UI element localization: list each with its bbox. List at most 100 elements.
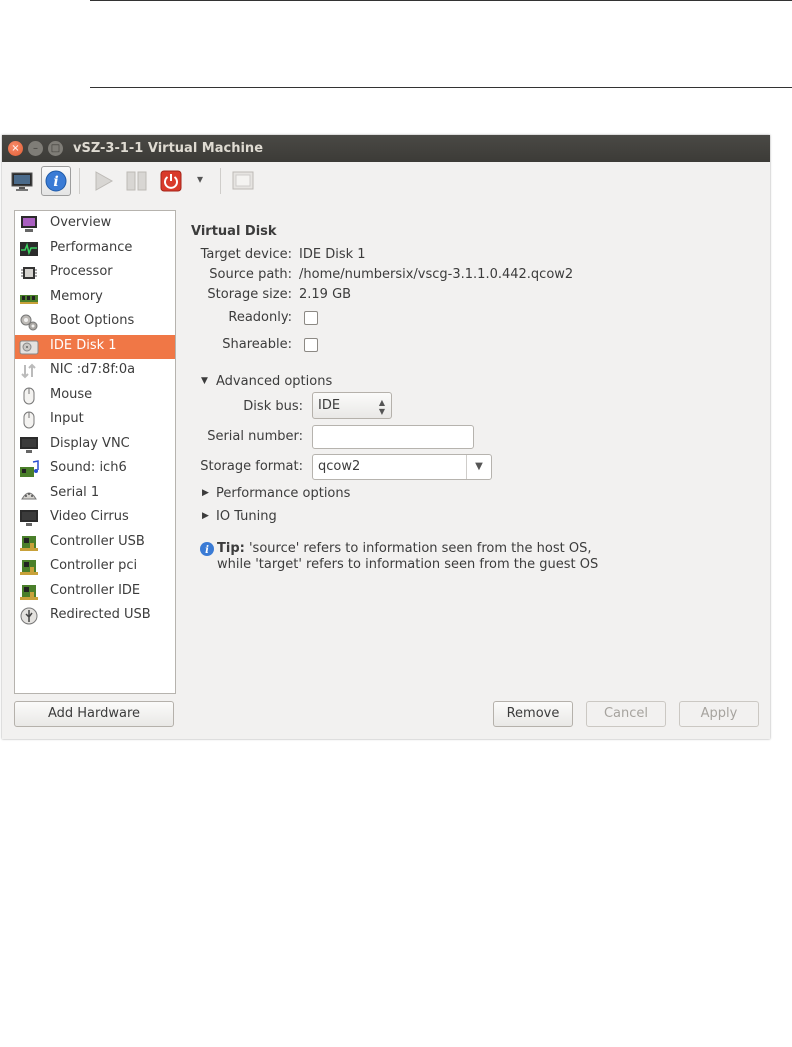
sidebar-item-label: Memory xyxy=(50,288,103,304)
performance-options-expander[interactable]: Performance options xyxy=(216,486,350,501)
add-hardware-button[interactable]: Add Hardware xyxy=(14,701,174,727)
minimize-button[interactable]: – xyxy=(28,141,43,156)
vm-window: × – □ vSZ-3-1-1 Virtual Machine i ▾ Over… xyxy=(2,135,770,739)
input-icon xyxy=(23,411,35,429)
title-bar[interactable]: × – □ vSZ-3-1-1 Virtual Machine xyxy=(2,135,770,162)
header-rule xyxy=(90,87,792,88)
info-icon: i xyxy=(45,170,67,192)
sidebar-item-label: Boot Options xyxy=(50,313,135,328)
toolbar-separator xyxy=(220,168,221,194)
sidebar-item[interactable]: Memory xyxy=(15,286,175,310)
sidebar-item-label: Mouse xyxy=(50,386,93,402)
sidebar-item-label: IDE Disk 1 xyxy=(50,337,117,353)
performance-icon xyxy=(20,241,38,256)
sidebar-item[interactable]: Redirected USB xyxy=(15,604,175,628)
serial-icon xyxy=(21,492,37,499)
source-path-value: /home/numbersix/vscg-3.1.1.0.442.qcow2 xyxy=(299,267,574,282)
collapsed-triangle-icon[interactable]: ▶ xyxy=(202,511,209,521)
tip-info-icon: i xyxy=(200,542,214,556)
readonly-label: Readonly: xyxy=(228,310,292,325)
collapsed-triangle-icon[interactable]: ▶ xyxy=(202,488,209,498)
toolbar-separator xyxy=(79,168,80,194)
expanded-triangle-icon[interactable]: ▼ xyxy=(201,376,208,386)
run-icon xyxy=(95,171,114,191)
top-rule xyxy=(90,0,792,1)
sidebar-item[interactable]: Mouse xyxy=(15,384,175,408)
sidebar-item[interactable]: Controller pci xyxy=(15,555,175,579)
spinner-icon: ▲ ▼ xyxy=(378,398,385,416)
sidebar-item[interactable]: Boot Options xyxy=(15,310,175,334)
shutdown-button[interactable] xyxy=(157,166,187,196)
pause-icon xyxy=(126,171,147,191)
svg-text:i: i xyxy=(53,174,58,190)
fullscreen-button[interactable] xyxy=(229,166,259,196)
sidebar-item-label: Controller USB xyxy=(50,533,145,549)
tip-line-2: while 'target' refers to information see… xyxy=(217,557,599,572)
details-button[interactable]: i xyxy=(41,166,71,196)
close-button[interactable]: × xyxy=(8,141,23,156)
storage-size-value: 2.19 GB xyxy=(299,287,352,302)
sidebar-item[interactable]: Controller USB xyxy=(15,531,175,555)
run-button[interactable] xyxy=(88,166,118,196)
maximize-button[interactable]: □ xyxy=(48,141,63,156)
fullscreen-icon xyxy=(232,171,254,190)
sidebar-item[interactable]: Serial 1 xyxy=(15,482,175,506)
sidebar-item[interactable]: Sound: ich6 xyxy=(15,457,175,481)
boot-options-icon xyxy=(20,314,38,331)
remove-button[interactable]: Remove xyxy=(493,701,573,727)
sound-icon xyxy=(20,460,39,477)
disk-bus-label: Disk bus: xyxy=(243,399,303,414)
sidebar-item[interactable]: Input xyxy=(15,408,175,432)
sidebar-item[interactable]: IDE Disk 1 xyxy=(15,334,175,359)
sidebar-item-label: Serial 1 xyxy=(50,484,100,500)
display-icon xyxy=(20,436,38,453)
sidebar-item-label: Display VNC xyxy=(50,435,130,451)
toolbar: i ▾ xyxy=(2,162,770,200)
console-icon xyxy=(11,172,33,191)
readonly-checkbox[interactable] xyxy=(304,311,318,325)
sidebar-item[interactable]: NIC :d7:8f:0a xyxy=(15,359,175,383)
sidebar-item-label: Sound: ich6 xyxy=(50,460,127,475)
tip-line-1: 'source' refers to information seen from… xyxy=(248,541,592,556)
console-button[interactable] xyxy=(8,166,38,196)
sidebar-item[interactable]: Controller IDE xyxy=(15,580,175,604)
mouse-icon xyxy=(23,387,35,404)
pause-button[interactable] xyxy=(122,166,152,196)
io-tuning-expander[interactable]: IO Tuning xyxy=(216,509,277,524)
combo-dropdown-button[interactable]: ▼ xyxy=(466,455,491,479)
controller-icon xyxy=(20,535,38,551)
serial-number-input[interactable] xyxy=(312,425,474,449)
sidebar-item[interactable]: Processor xyxy=(15,261,175,285)
sidebar-item[interactable]: Video Cirrus xyxy=(15,506,175,530)
storage-format-combo[interactable]: qcow2 ▼ xyxy=(312,454,492,480)
sidebar-item-label: Video Cirrus xyxy=(50,509,129,524)
usb-icon xyxy=(20,607,38,625)
memory-icon xyxy=(20,294,38,304)
target-device-value: IDE Disk 1 xyxy=(299,247,366,262)
storage-size-label: Storage size: xyxy=(207,287,292,302)
power-icon xyxy=(160,170,182,192)
sidebar-item-label: Performance xyxy=(50,239,133,255)
sidebar-item-label: Input xyxy=(50,411,84,426)
sidebar-item-label: Overview xyxy=(50,215,112,230)
hardware-list: Overview Performance Processor Memory Boot O… xyxy=(14,210,176,694)
video-icon xyxy=(20,510,38,526)
tip-text: Tip: 'source' refers to information seen… xyxy=(217,541,591,556)
window-title: vSZ-3-1-1 Virtual Machine xyxy=(73,141,264,156)
sidebar-item[interactable]: Display VNC xyxy=(15,433,175,457)
source-path-label: Source path: xyxy=(209,267,292,282)
apply-button[interactable]: Apply xyxy=(679,701,759,727)
svg-text:i: i xyxy=(205,545,209,556)
advanced-options-expander[interactable]: Advanced options xyxy=(216,374,332,389)
sidebar-item-label: Controller pci xyxy=(50,558,138,573)
shareable-checkbox[interactable] xyxy=(304,338,318,352)
sidebar-item[interactable]: Performance xyxy=(15,237,175,261)
shutdown-dropdown-icon[interactable]: ▾ xyxy=(197,172,203,186)
sidebar-item[interactable]: Overview xyxy=(15,212,175,236)
processor-icon xyxy=(21,267,37,279)
disk-bus-value: IDE xyxy=(318,398,341,413)
disk-bus-select[interactable]: IDE ▲ ▼ xyxy=(312,392,392,419)
overview-icon xyxy=(21,216,37,232)
cancel-button[interactable]: Cancel xyxy=(586,701,666,727)
sidebar-item-label: Processor xyxy=(50,264,113,279)
